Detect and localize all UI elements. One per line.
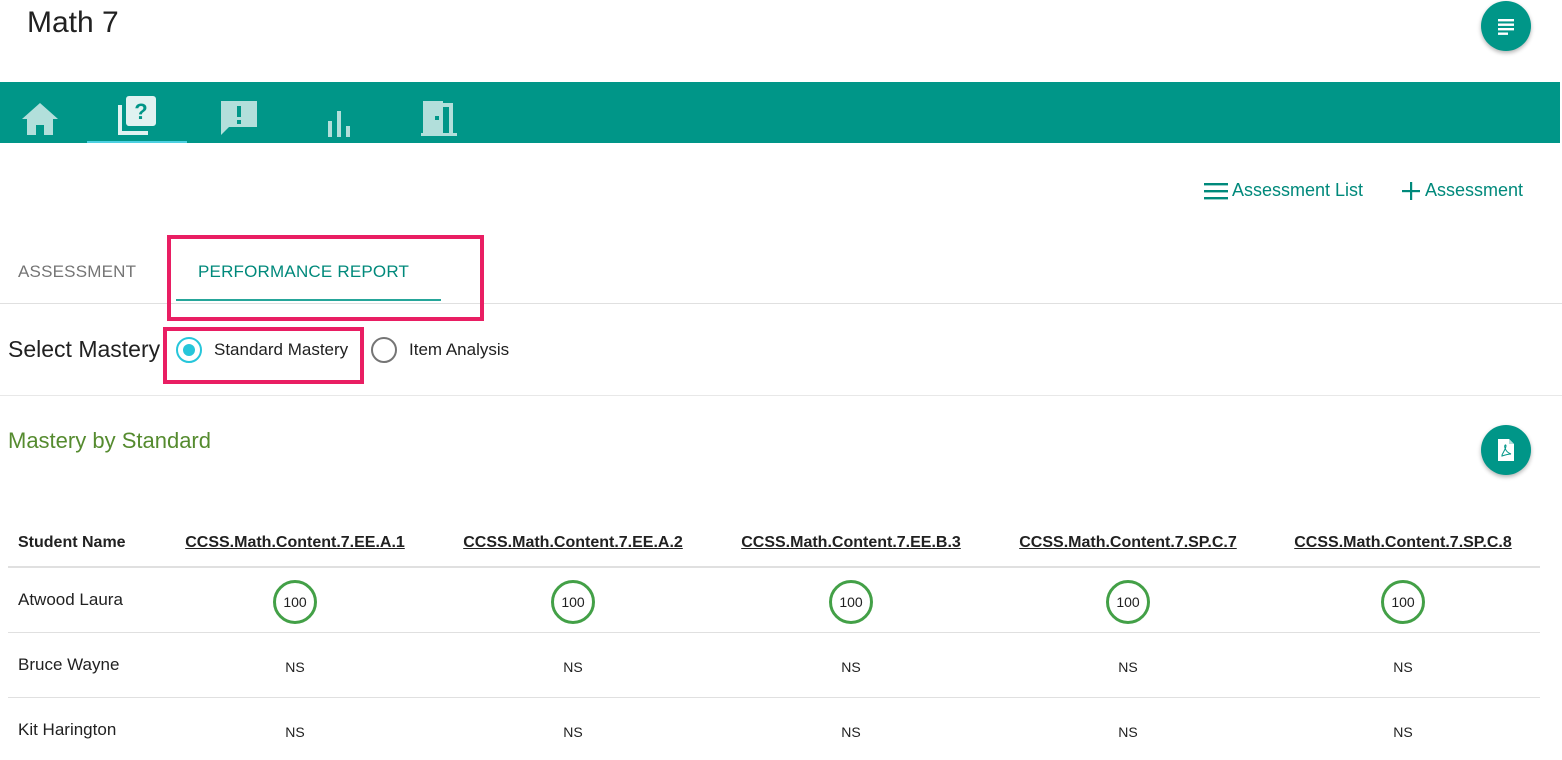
feedback-icon (221, 101, 257, 135)
add-assessment-label: Assessment (1425, 180, 1524, 200)
column-standard[interactable]: CCSS.Math.Content.7.EE.A.2 (463, 534, 683, 552)
notes-icon (1498, 19, 1514, 35)
select-mastery-label: Select Mastery (8, 336, 161, 362)
section-title: Mastery by Standard (8, 428, 211, 453)
radio-unchecked-icon (371, 337, 397, 363)
student-name: Kit Harington (18, 720, 117, 739)
nav-assessment[interactable]: ? (87, 82, 187, 143)
mastery-table: Student Name CCSS.Math.Content.7.EE.A.1 … (8, 524, 1540, 760)
table-row: Kit Harington NS NS NS NS NS (8, 698, 1540, 760)
bar-chart-icon (328, 111, 350, 137)
tab-assessment[interactable]: ASSESSMENT (18, 262, 136, 282)
score-cell: NS (1393, 659, 1413, 675)
student-name: Atwood Laura (18, 590, 123, 609)
plus-icon (1402, 181, 1420, 200)
export-pdf-button[interactable] (1481, 425, 1531, 475)
svg-text:?: ? (134, 99, 147, 124)
score-cell: NS (285, 659, 305, 675)
main-navbar: ? (0, 82, 1560, 143)
radio-item-analysis[interactable]: Item Analysis (371, 337, 509, 363)
assessment-list-label: Assessment List (1232, 180, 1364, 200)
column-standard[interactable]: CCSS.Math.Content.7.EE.A.1 (185, 534, 405, 552)
assessment-list-link[interactable]: Assessment List (1204, 180, 1363, 201)
menu-button[interactable] (1481, 1, 1531, 51)
standard-mastery-highlight (163, 327, 364, 384)
score-cell: NS (285, 724, 305, 740)
nav-reports[interactable] (289, 82, 389, 143)
table-row: Atwood Laura 100 100 100 100 100 (8, 568, 1540, 633)
add-assessment-link[interactable]: Assessment (1401, 180, 1523, 201)
score-cell: NS (841, 659, 861, 675)
list-icon (1204, 182, 1228, 199)
score-badge: 100 (1381, 580, 1425, 624)
score-cell: NS (1118, 659, 1138, 675)
pdf-icon (1498, 439, 1514, 461)
column-standard[interactable]: CCSS.Math.Content.7.SP.C.8 (1294, 534, 1512, 552)
table-row: Bruce Wayne NS NS NS NS NS (8, 633, 1540, 698)
nav-home[interactable] (0, 82, 90, 143)
quiz-icon: ? (118, 96, 156, 135)
column-standard[interactable]: CCSS.Math.Content.7.SP.C.7 (1019, 534, 1237, 552)
column-student-name: Student Name (18, 534, 126, 551)
score-cell: NS (841, 724, 861, 740)
score-badge: 100 (1106, 580, 1150, 624)
column-standard[interactable]: CCSS.Math.Content.7.EE.B.3 (741, 534, 961, 552)
score-badge: 100 (273, 580, 317, 624)
app-header: Math 7 (0, 0, 1562, 82)
score-cell: NS (1118, 724, 1138, 740)
score-cell: NS (563, 659, 583, 675)
home-icon (22, 103, 58, 135)
table-header: Student Name CCSS.Math.Content.7.EE.A.1 … (8, 524, 1540, 568)
item-analysis-label: Item Analysis (409, 340, 510, 359)
score-cell: NS (1393, 724, 1413, 740)
nav-exit[interactable] (389, 82, 489, 143)
door-exit-icon (421, 101, 457, 136)
nav-feedback[interactable] (189, 82, 289, 143)
score-badge: 100 (829, 580, 873, 624)
score-badge: 100 (551, 580, 595, 624)
score-cell: NS (563, 724, 583, 740)
page-title: Math 7 (27, 6, 119, 39)
student-name: Bruce Wayne (18, 655, 120, 674)
